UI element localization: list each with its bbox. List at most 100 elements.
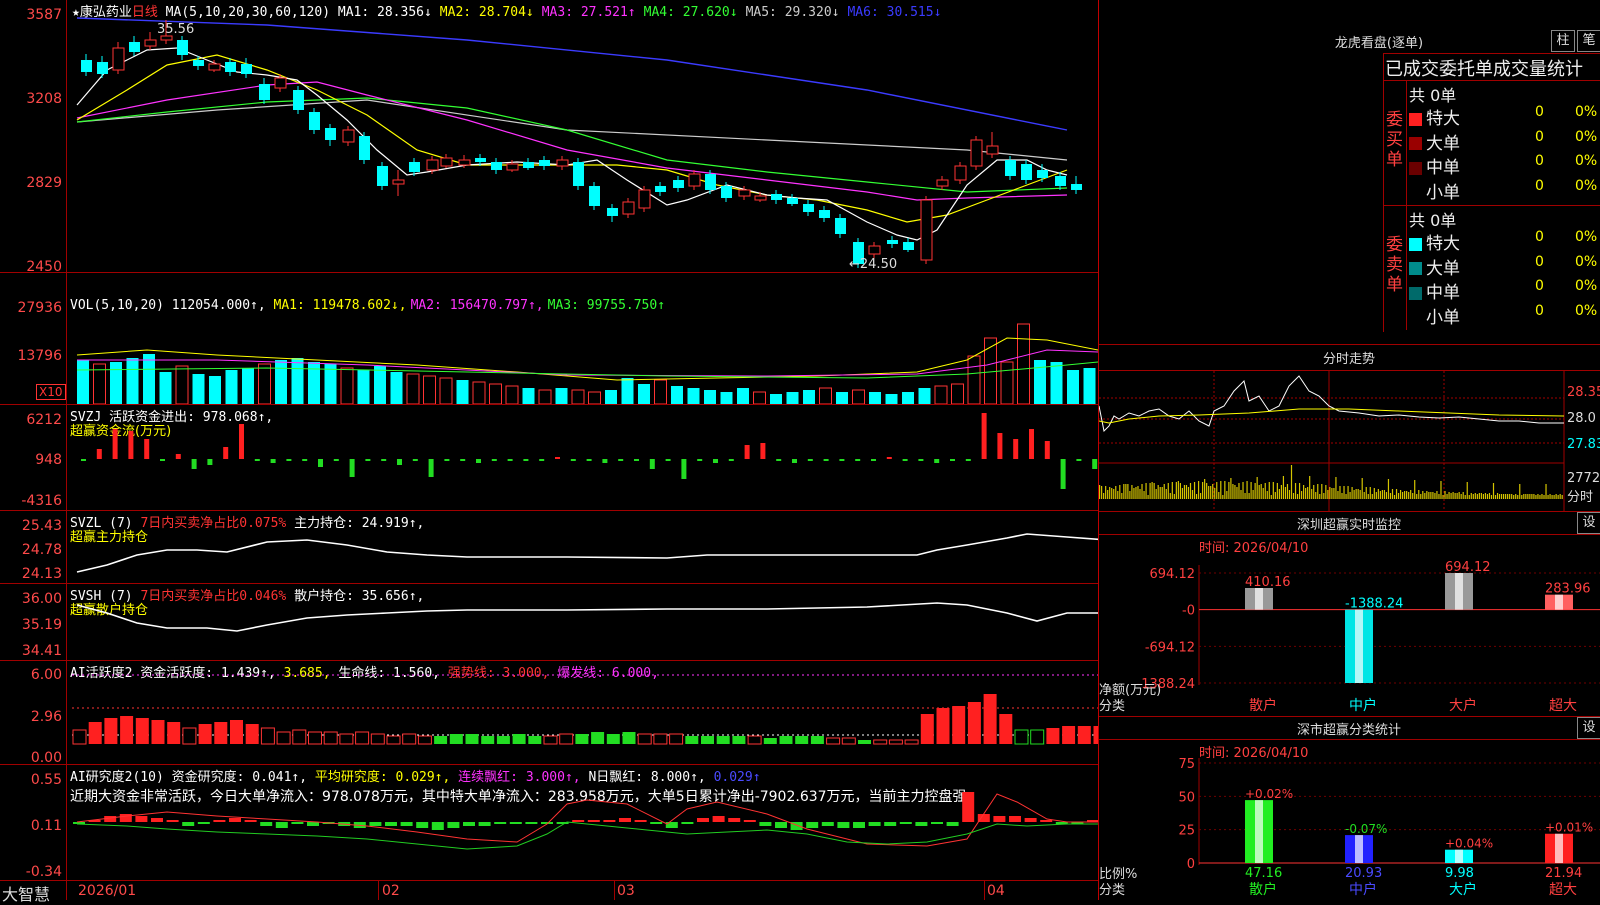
ma1-line bbox=[76, 47, 1068, 241]
research-bar bbox=[681, 822, 694, 824]
research-bar bbox=[135, 816, 148, 822]
volume-bar bbox=[209, 376, 221, 404]
intraday-vol-bar bbox=[1313, 485, 1315, 499]
candle bbox=[342, 129, 355, 143]
intraday-vol-bar bbox=[1367, 494, 1369, 499]
intraday-vol-bar bbox=[1402, 492, 1404, 499]
flow-bar bbox=[96, 449, 102, 459]
intraday-vol-bar bbox=[1224, 481, 1226, 499]
research-bar bbox=[572, 820, 585, 822]
volume-bar bbox=[77, 360, 89, 404]
bar-mode-button[interactable]: 柱 bbox=[1551, 30, 1575, 52]
research-bar bbox=[509, 822, 522, 824]
intraday-vol-bar bbox=[1325, 485, 1327, 499]
intraday-vol-bar bbox=[1165, 489, 1167, 499]
activity-bar bbox=[1014, 729, 1029, 745]
intraday-vol-bar bbox=[1135, 487, 1137, 499]
order-row: 特大 0 0% bbox=[1409, 104, 1599, 129]
flow-bar bbox=[270, 459, 276, 463]
intraday-vol-bar bbox=[1234, 485, 1236, 499]
intraday-vol-bar bbox=[1391, 489, 1394, 499]
intraday-vol-bar bbox=[1533, 494, 1535, 499]
bar-highlight bbox=[1555, 833, 1563, 863]
intraday-vol-bar bbox=[1412, 493, 1414, 499]
order-size-label: 特大 bbox=[1426, 234, 1460, 254]
intraday-vol-bar bbox=[1345, 494, 1347, 499]
flow-bar bbox=[902, 459, 908, 461]
order-count: 0 bbox=[1535, 153, 1544, 169]
research-bar bbox=[416, 822, 429, 828]
low-annotation: ←24.50 bbox=[849, 257, 897, 272]
activity-chart[interactable] bbox=[67, 660, 1098, 764]
volume-bar bbox=[571, 389, 585, 404]
svzl-tick: 25.43 bbox=[21, 518, 62, 534]
svsh-tick: 36.00 bbox=[21, 591, 62, 607]
candle bbox=[887, 240, 898, 244]
volume-bar bbox=[143, 354, 155, 404]
research-bar bbox=[868, 822, 881, 826]
intraday-vol-bar bbox=[1133, 488, 1135, 499]
intraday-vol-bar bbox=[1486, 494, 1489, 499]
fund-flow-chart[interactable] bbox=[67, 404, 1098, 510]
intraday-vol-bar bbox=[1109, 487, 1111, 499]
flow-bar bbox=[697, 459, 703, 461]
activity-bar bbox=[135, 718, 149, 744]
volume-bar bbox=[967, 355, 981, 404]
order-count: 0 bbox=[1535, 253, 1544, 270]
tick-mode-button[interactable]: 笔 bbox=[1577, 30, 1600, 52]
candle bbox=[359, 136, 370, 160]
volume-bar bbox=[737, 388, 749, 404]
intraday-vol-bar bbox=[1547, 495, 1549, 499]
x-label: 03 bbox=[617, 883, 635, 899]
intraday-vol-bar bbox=[1551, 495, 1553, 499]
research-bar bbox=[275, 822, 288, 828]
flow-bar bbox=[965, 459, 971, 461]
monitor-settings-button[interactable]: 设 bbox=[1577, 512, 1600, 534]
class-settings-button[interactable]: 设 bbox=[1577, 717, 1600, 739]
candle bbox=[1005, 160, 1016, 176]
color-swatch bbox=[1409, 186, 1422, 199]
flow-bar bbox=[807, 459, 813, 461]
candle bbox=[556, 159, 569, 167]
ai1-tick: 2.96 bbox=[30, 709, 62, 725]
intraday-chart[interactable]: 28.35 28.0 27.83 2772 分时 bbox=[1099, 371, 1600, 511]
intraday-vol-bar bbox=[1315, 492, 1317, 499]
x-label: 04 bbox=[987, 883, 1005, 899]
candle bbox=[673, 180, 684, 188]
research-bar bbox=[197, 822, 210, 824]
intraday-vol-bar bbox=[1416, 494, 1418, 499]
flow-bar bbox=[223, 447, 229, 459]
research-bar bbox=[806, 822, 819, 828]
ai1-tick: 0.00 bbox=[30, 750, 62, 766]
research-bar bbox=[899, 822, 912, 824]
intraday-vol-bar bbox=[1303, 485, 1305, 499]
activity-bar bbox=[999, 714, 1013, 744]
order-size-label: 大单 bbox=[1426, 133, 1460, 154]
intraday-vol-bar bbox=[1202, 482, 1204, 499]
divider bbox=[1099, 739, 1600, 740]
order-size-label: 小单 bbox=[1426, 307, 1460, 328]
intraday-vol-bar bbox=[1337, 491, 1339, 499]
research-bar bbox=[182, 822, 195, 826]
intraday-vol-bar bbox=[1385, 492, 1388, 499]
intraday-vol-bar bbox=[1252, 490, 1254, 499]
intraday-vol-bar bbox=[1121, 493, 1123, 499]
intraday-vol-bar bbox=[1175, 482, 1177, 499]
svzl-tick: 24.13 bbox=[21, 566, 62, 582]
y-tick-label: 0 bbox=[1187, 857, 1195, 872]
research-bar bbox=[385, 822, 397, 826]
intraday-vol-bar bbox=[1470, 493, 1472, 499]
monitor-bar-chart[interactable]: 694.12-0-694.12-1388.24410.16散户-1388.24中… bbox=[1099, 555, 1600, 715]
volume-bar bbox=[654, 379, 667, 404]
volume-bar bbox=[836, 392, 848, 404]
candlestick-chart[interactable]: 35.56 ←24.50 bbox=[67, 0, 1098, 272]
main-hold-chart[interactable] bbox=[67, 510, 1098, 583]
intraday-vol-bar bbox=[1505, 494, 1507, 499]
retail-hold-chart[interactable] bbox=[67, 583, 1098, 660]
class-bar-chart[interactable]: 75 50 25 0 47.16 +0.02% 散户 20.93 -0.07% 中户 9.98 +0.… bbox=[1099, 758, 1600, 900]
bar-value-label: 20.93 bbox=[1345, 866, 1382, 881]
volume-chart[interactable] bbox=[67, 310, 1098, 404]
activity-bar bbox=[481, 736, 495, 744]
intraday-vol-bar bbox=[1335, 477, 1337, 499]
research-chart[interactable] bbox=[67, 764, 1098, 880]
